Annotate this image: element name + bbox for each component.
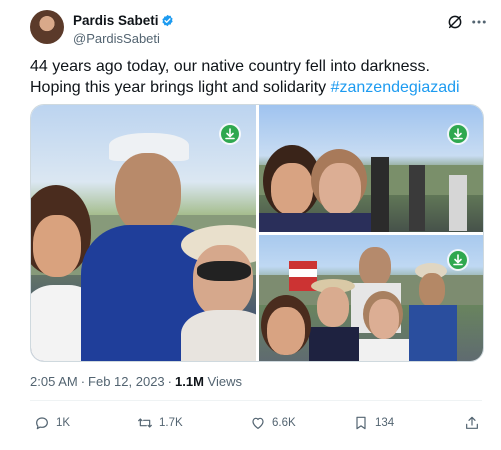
person-shirt: [309, 327, 359, 361]
views-label: Views: [207, 374, 242, 389]
tweet[interactable]: Pardis Sabeti @PardisSabeti 44 years ago…: [0, 0, 501, 450]
media-grid: [30, 104, 484, 362]
reply-count: 1K: [56, 417, 71, 429]
meta-separator: ·: [80, 374, 86, 389]
tweet-date[interactable]: Feb 12, 2023: [88, 374, 165, 389]
download-icon[interactable]: [449, 251, 467, 269]
hashtag-link[interactable]: #zanzendegiazadi: [331, 79, 460, 96]
person-face: [419, 273, 445, 307]
person-face: [115, 153, 181, 233]
like-button[interactable]: 6.6K: [250, 414, 296, 432]
retweet-button[interactable]: 1.7K: [137, 414, 183, 432]
person-face: [369, 299, 399, 339]
person-shirt: [181, 310, 256, 361]
heart-icon: [252, 417, 264, 429]
author-handle[interactable]: @PardisSabeti: [73, 31, 160, 46]
photo-1[interactable]: [31, 105, 256, 361]
author-name[interactable]: Pardis Sabeti: [73, 13, 159, 28]
photo-2[interactable]: [259, 105, 483, 232]
photo-3[interactable]: [259, 235, 483, 361]
bystander: [371, 157, 389, 232]
download-icon[interactable]: [449, 125, 467, 143]
bookmark-icon: [356, 416, 366, 430]
bookmark-count: 134: [375, 417, 395, 429]
tweet-meta: 2:05 AM · Feb 12, 2023 · 1.1M Views: [30, 374, 242, 389]
flag-stripe: [289, 269, 317, 277]
retweet-icon: [138, 418, 152, 428]
verified-badge-icon: [162, 14, 173, 27]
person-sunglasses: [197, 261, 251, 281]
person-shirt: [359, 339, 409, 361]
person-face: [267, 307, 305, 355]
share-icon: [466, 416, 478, 429]
avatar[interactable]: [30, 10, 64, 44]
divider: [30, 400, 482, 401]
grok-icon[interactable]: [447, 14, 463, 30]
bookmark-button[interactable]: 134: [353, 414, 394, 432]
person-shirt: [409, 305, 457, 361]
person-face: [271, 163, 313, 215]
person-face: [33, 215, 81, 277]
person-face: [193, 245, 253, 317]
bystander: [449, 175, 467, 231]
person-face: [319, 163, 361, 215]
share-button[interactable]: [464, 414, 486, 432]
reply-button[interactable]: 1K: [34, 414, 70, 432]
person-shirt: [259, 213, 379, 232]
like-count: 6.6K: [272, 417, 296, 429]
tweet-text: 44 years ago today, our native country f…: [30, 56, 478, 98]
retweet-count: 1.7K: [159, 417, 183, 429]
download-icon[interactable]: [221, 125, 239, 143]
more-icon[interactable]: [470, 14, 488, 30]
meta-separator: ·: [167, 374, 173, 389]
views-count[interactable]: 1.1M: [175, 374, 204, 389]
person-face: [359, 247, 391, 287]
tweet-time[interactable]: 2:05 AM: [30, 374, 78, 389]
person-face: [317, 287, 349, 327]
bystander: [409, 165, 425, 231]
reply-icon: [36, 417, 48, 430]
